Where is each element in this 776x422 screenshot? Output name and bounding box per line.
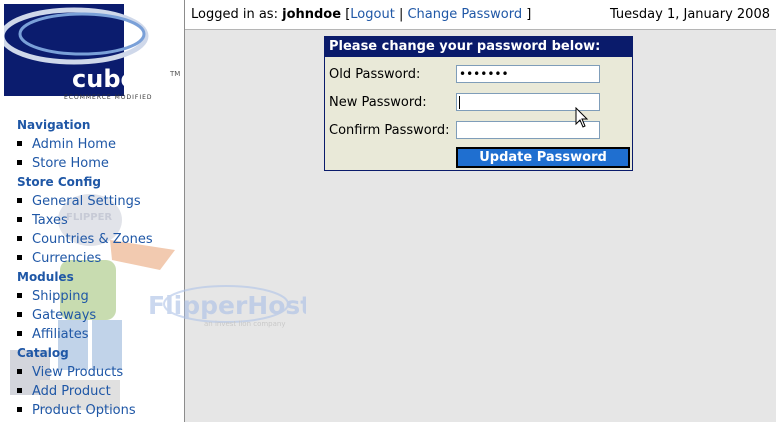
logo-tagline: ECOMMERCE MODIFIED [64, 94, 153, 101]
nav-item-product-options[interactable]: Product Options [0, 401, 184, 420]
nav-item-taxes[interactable]: Taxes [0, 211, 184, 230]
bullet-icon [17, 388, 22, 393]
bullet-icon [17, 331, 22, 336]
bullet-icon [17, 198, 22, 203]
nav-item-label: Currencies [32, 251, 102, 266]
bullet-icon [17, 160, 22, 165]
text-caret [459, 96, 460, 109]
nav-heading-navigation: Navigation [17, 118, 91, 132]
bullet-icon [17, 255, 22, 260]
nav-item-label: Shipping [32, 289, 89, 304]
old-password-row: Old Password: ••••••• [329, 65, 629, 85]
nav-item-label: View Products [32, 365, 124, 380]
username: johndoe [282, 7, 342, 22]
bullet-icon [17, 369, 22, 374]
sidebar-nav: Navigation Admin Home Store Home Store C… [0, 116, 184, 420]
link-separator: | [398, 7, 404, 22]
login-info: Logged in as: johndoe [Logout | Change P… [191, 7, 531, 22]
nav-item-label: Affiliates [32, 327, 89, 342]
old-password-field[interactable]: ••••••• [456, 65, 600, 83]
new-password-label: New Password: [329, 95, 427, 110]
nav-item-label: Store Home [32, 156, 109, 171]
nav-heading-modules: Modules [17, 270, 74, 284]
nav-item-shipping[interactable]: Shipping [0, 287, 184, 306]
top-header: Logged in as: johndoe [Logout | Change P… [185, 0, 776, 30]
confirm-password-label: Confirm Password: [329, 123, 450, 138]
old-password-label: Old Password: [329, 67, 421, 82]
bullet-icon [17, 141, 22, 146]
bullet-icon [17, 407, 22, 412]
logo-tm: TM [169, 70, 180, 78]
cubecart-logo[interactable]: cubecart TM ECOMMERCE MODIFIED [4, 4, 184, 102]
nav-item-label: Gateways [32, 308, 97, 323]
nav-item-label: Add Product [32, 384, 111, 399]
change-password-panel: Please change your password below: Old P… [324, 36, 633, 171]
bullet-icon [17, 312, 22, 317]
logo-brand: cubecart [72, 65, 184, 93]
nav-item-gateways[interactable]: Gateways [0, 306, 184, 325]
header-date: Tuesday 1, January 2008 [609, 7, 770, 22]
nav-item-affiliates[interactable]: Affiliates [0, 325, 184, 344]
update-password-button[interactable]: Update Password [456, 147, 630, 168]
nav-item-admin-home[interactable]: Admin Home [0, 135, 184, 154]
nav-item-label: Taxes [32, 213, 68, 228]
logged-in-prefix: Logged in as: [191, 7, 278, 22]
nav-item-label: Countries & Zones [32, 232, 153, 247]
panel-title: Please change your password below: [325, 37, 632, 57]
nav-heading-catalog: Catalog [17, 346, 69, 360]
mouse-cursor-icon [575, 107, 589, 128]
nav-item-label: General Settings [32, 194, 141, 209]
nav-item-label: Admin Home [32, 137, 116, 152]
bullet-icon [17, 293, 22, 298]
logout-link[interactable]: Logout [350, 7, 395, 22]
nav-item-add-product[interactable]: Add Product [0, 382, 184, 401]
bullet-icon [17, 236, 22, 241]
nav-heading-store-config: Store Config [17, 175, 101, 189]
nav-item-general-settings[interactable]: General Settings [0, 192, 184, 211]
bullet-icon [17, 217, 22, 222]
nav-item-view-products[interactable]: View Products [0, 363, 184, 382]
nav-item-currencies[interactable]: Currencies [0, 249, 184, 268]
nav-item-label: Product Options [32, 403, 136, 418]
sidebar: cubecart TM ECOMMERCE MODIFIED FLIPPER N… [0, 0, 185, 422]
change-password-link[interactable]: Change Password [407, 7, 522, 22]
bracket-close: ] [526, 7, 532, 22]
nav-item-countries-zones[interactable]: Countries & Zones [0, 230, 184, 249]
nav-item-store-home[interactable]: Store Home [0, 154, 184, 173]
